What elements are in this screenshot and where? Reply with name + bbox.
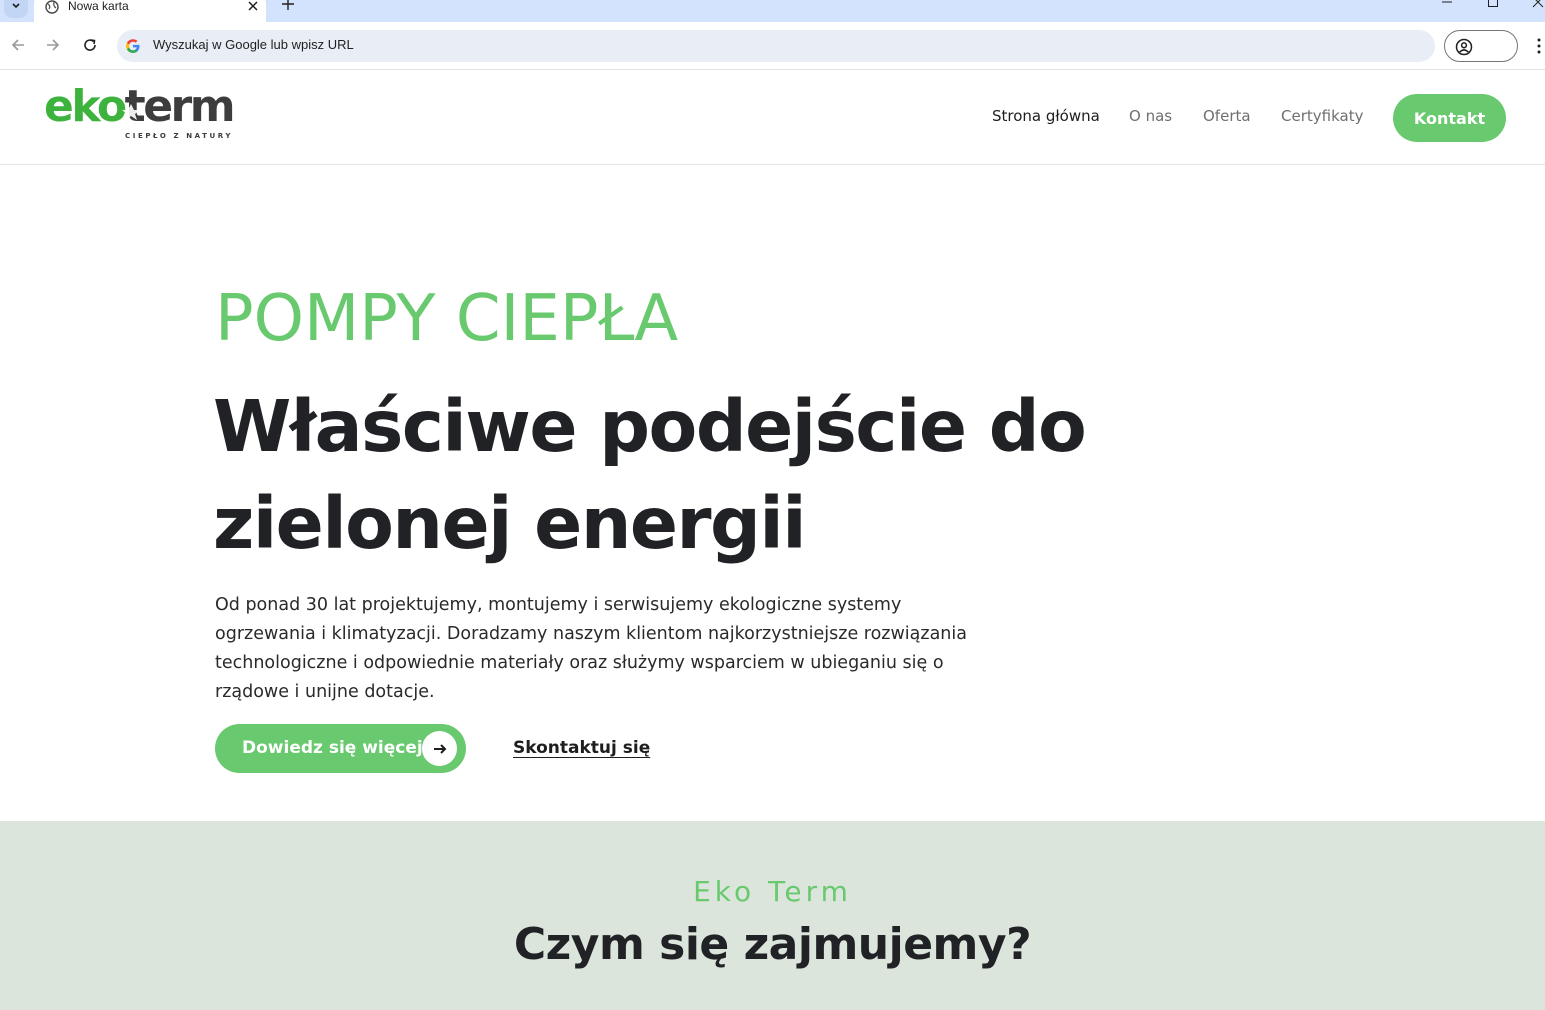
nav-link-oferta[interactable]: Oferta	[1203, 107, 1251, 125]
learn-more-label: Dowiedz się więcej	[242, 738, 423, 758]
back-arrow-icon[interactable]	[9, 36, 27, 54]
tab-search-button[interactable]	[4, 0, 28, 18]
nav-link-certyfikaty[interactable]: Certyfikaty	[1281, 107, 1363, 125]
nav-link-strona-glowna[interactable]: Strona główna	[992, 107, 1100, 125]
browser-tabstrip: Nowa karta	[0, 0, 1545, 22]
close-icon[interactable]	[246, 0, 260, 13]
site-header: ekoterm CIEPŁO Z NATURY Strona główna O …	[0, 71, 1545, 165]
browser-tab[interactable]: Nowa karta	[34, 0, 266, 22]
maximize-button[interactable]	[1486, 0, 1500, 12]
hero-title: Właściwe podejście do zielonej energii	[213, 385, 1087, 565]
ekoterm-logo[interactable]: ekoterm CIEPŁO Z NATURY	[44, 85, 236, 145]
minimize-icon	[1442, 1, 1452, 3]
logo-tagline: CIEPŁO Z NATURY	[125, 132, 234, 140]
forward-arrow-icon[interactable]	[44, 36, 62, 54]
hero-eyebrow: POMPY CIEPŁA	[215, 282, 679, 356]
address-bar-placeholder: Wyszukaj w Google lub wpisz URL	[153, 37, 354, 52]
maximize-icon	[1488, 0, 1498, 7]
services-section: Eko Term Czym się zajmujemy?	[0, 821, 1545, 1010]
reload-icon[interactable]	[81, 36, 99, 54]
google-g-icon	[126, 39, 140, 53]
section-title: Czym się zajmujemy?	[513, 919, 1032, 970]
leaf-icon	[122, 104, 140, 120]
kebab-menu-icon[interactable]	[1533, 36, 1545, 56]
window-close-icon	[1532, 0, 1544, 8]
kontakt-button[interactable]: Kontakt	[1393, 94, 1506, 142]
arrow-right-circle	[422, 731, 457, 766]
plus-icon[interactable]	[280, 0, 296, 12]
section-eyebrow: Eko Term	[693, 875, 852, 908]
arrow-right-icon	[433, 743, 446, 754]
address-bar[interactable]: Wyszukaj w Google lub wpisz URL	[117, 30, 1435, 62]
window-close-button[interactable]	[1531, 0, 1545, 12]
learn-more-button[interactable]: Dowiedz się więcej	[215, 724, 466, 773]
profile-icon	[1455, 38, 1473, 56]
hero-description: Od ponad 30 lat projektujemy, montujemy …	[215, 595, 967, 702]
tab-title: Nowa karta	[68, 0, 129, 13]
nav-link-o-nas[interactable]: O nas	[1129, 107, 1172, 125]
minimize-button[interactable]	[1440, 0, 1454, 12]
profile-button[interactable]	[1444, 30, 1518, 62]
contact-link[interactable]: Skontaktuj się	[513, 738, 650, 758]
logo-word-eko: eko	[44, 81, 127, 132]
tab-search-icon	[12, 3, 20, 9]
globe-icon	[45, 0, 59, 14]
browser-toolbar: Wyszukaj w Google lub wpisz URL	[0, 22, 1545, 70]
